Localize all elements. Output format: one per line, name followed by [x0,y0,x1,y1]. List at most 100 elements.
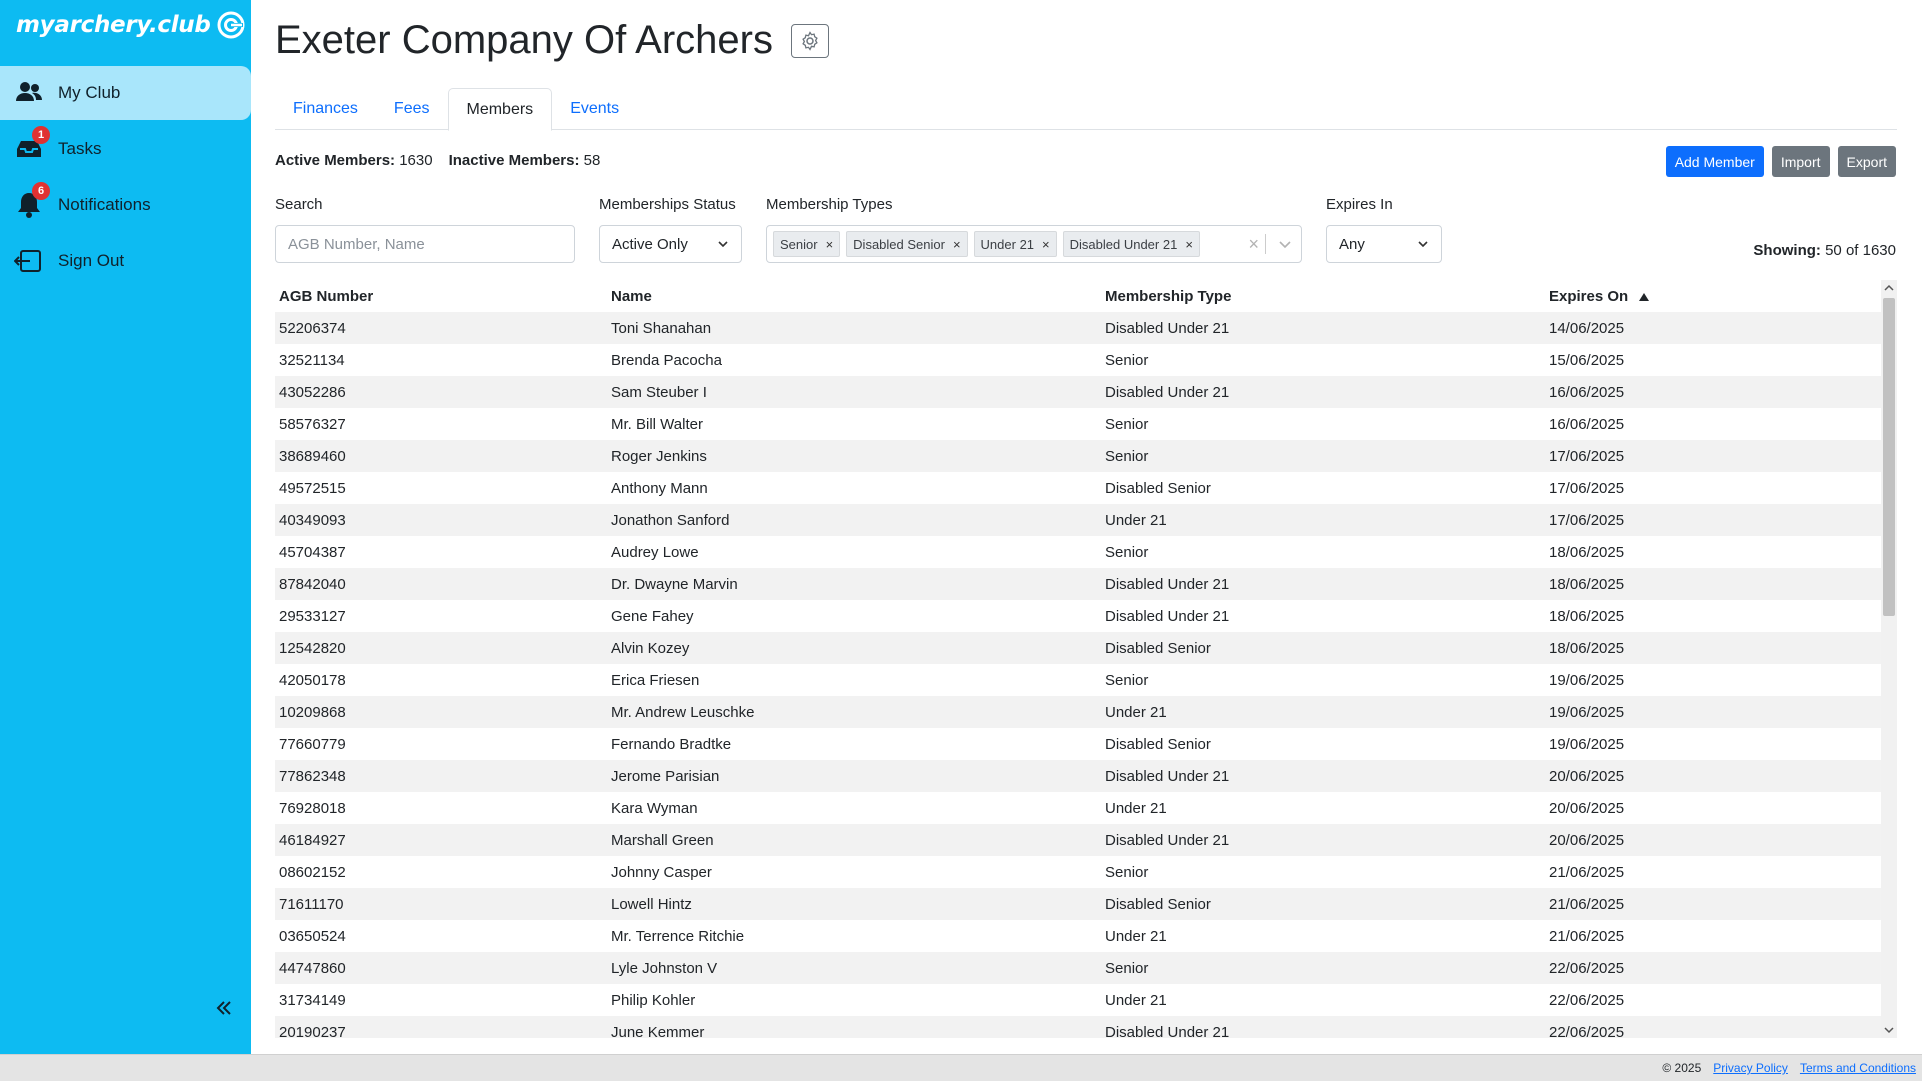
table-row[interactable]: 44747860 Lyle Johnston V Senior 22/06/2025 [275,952,1881,984]
club-settings-button[interactable] [790,23,829,58]
table-row[interactable]: 46184927 Marshall Green Disabled Under 21 2… [275,824,1881,856]
collapse-sidebar-button[interactable] [212,996,236,1020]
sidebar-item-my-club[interactable]: My Club [0,66,251,120]
table-row[interactable]: 43052286 Sam Steuber I Disabled Under 21 16… [275,376,1881,408]
expires-on-cell: 14/06/2025 [1549,319,1625,337]
table-row[interactable]: 20190237 June Kemmer Disabled Under 21 22/0… [275,1016,1881,1038]
double-chevron-left-icon [216,1001,231,1015]
inbox-icon: 1 [14,126,50,164]
scroll-down-arrow-icon[interactable] [1881,1022,1897,1038]
table-row[interactable]: 32521134 Brenda Pacocha Senior 15/06/2025 [275,344,1881,376]
table-row[interactable]: 49572515 Anthony Mann Disabled Senior 17/06… [275,472,1881,504]
club-tabs: Finances Fees Members Events [275,88,1897,131]
remove-chip-icon[interactable]: × [1042,237,1050,252]
remove-chip-icon[interactable]: × [826,237,834,252]
membership-type-cell: Under 21 [1105,927,1167,945]
remove-chip-icon[interactable]: × [1185,237,1193,252]
sidebar-item-label: Sign Out [58,251,125,270]
column-membership-type[interactable]: Membership Type [1101,288,1545,305]
agb-number-cell: 12542820 [279,639,346,657]
sidebar-item-notifications[interactable]: 6 Notifications [0,178,251,232]
sidebar-item-tasks[interactable]: 1 Tasks [0,122,251,176]
title-row: Exeter Company Of Archers [275,18,829,63]
expires-on-cell: 18/06/2025 [1549,639,1625,657]
table-row[interactable]: 52206374 Toni Shanahan Disabled Under 21 14… [275,312,1881,344]
expires-select[interactable]: Any [1326,225,1442,263]
table-row[interactable]: 77660779 Fernando Bradtke Disabled Senior 1… [275,728,1881,760]
column-expires-on[interactable]: Expires On [1545,288,1881,305]
table-row[interactable]: 29533127 Gene Fahey Disabled Under 21 18/06… [275,600,1881,632]
expires-on-cell: 17/06/2025 [1549,447,1625,465]
table-row[interactable]: 40349093 Jonathon Sanford Under 21 17/06/20… [275,504,1881,536]
name-cell: Johnny Casper [611,863,712,881]
agb-number-cell: 49572515 [279,479,346,497]
column-agb-number[interactable]: AGB Number [275,288,607,305]
footer: © 2025 Privacy Policy Terms and Conditio… [0,1054,1922,1081]
agb-number-cell: 77862348 [279,767,346,785]
copyright: © 2025 [1662,1061,1702,1075]
inactive-members-stat: Inactive Members: 58 [448,152,601,169]
agb-number-cell: 42050178 [279,671,346,689]
table-row[interactable]: 42050178 Erica Friesen Senior 19/06/2025 [275,664,1881,696]
active-members-stat: Active Members: 1630 [275,152,433,169]
table-row[interactable]: 77862348 Jerome Parisian Disabled Under 21… [275,760,1881,792]
table-row[interactable]: 76928018 Kara Wyman Under 21 20/06/2025 [275,792,1881,824]
membership-types-select[interactable]: Senior × Disabled Senior × Under 21 × Disab… [766,225,1302,263]
terms-link[interactable]: Terms and Conditions [1800,1061,1916,1075]
table-row[interactable]: 03650524 Mr. Terrence Ritchie Under 21 21/0… [275,920,1881,952]
expires-on-cell: 20/06/2025 [1549,767,1625,785]
search-input[interactable]: AGB Number, Name [275,225,575,263]
expires-on-cell: 16/06/2025 [1549,383,1625,401]
name-cell: Mr. Terrence Ritchie [611,927,745,945]
expires-on-cell: 15/06/2025 [1549,351,1625,369]
showing-count: Showing: 50 of 1630 [1753,242,1896,259]
remove-chip-icon[interactable]: × [953,237,961,252]
table-row[interactable]: 12542820 Alvin Kozey Disabled Senior 18/06/… [275,632,1881,664]
name-cell: Roger Jenkins [611,447,707,465]
privacy-policy-link[interactable]: Privacy Policy [1713,1061,1788,1075]
tab-members[interactable]: Members [447,88,553,131]
membership-type-cell: Under 21 [1105,799,1167,817]
sidebar: myarchery.club My Club 1 Tasks 6 Notific… [0,0,251,1054]
type-chip-under-21: Under 21 × [973,231,1057,257]
agb-number-cell: 08602152 [279,863,346,881]
name-cell: Brenda Pacocha [611,351,722,369]
sign-out-icon [14,246,44,276]
table-row[interactable]: 71611170 Lowell Hintz Disabled Senior 21/06… [275,888,1881,920]
brand[interactable]: myarchery.club [16,10,245,40]
table-row[interactable]: 10209868 Mr. Andrew Leuschke Under 21 19/06… [275,696,1881,728]
clear-types-icon[interactable]: × [1248,234,1259,255]
type-chip-senior: Senior × [773,231,841,257]
import-button[interactable]: Import [1771,146,1830,177]
table-row[interactable]: 08602152 Johnny Casper Senior 21/06/2025 [275,856,1881,888]
chevron-down-icon[interactable] [1277,236,1293,252]
member-filters: Search AGB Number, Name Memberships Stat… [275,196,1897,266]
expires-on-cell: 18/06/2025 [1549,607,1625,625]
table-row[interactable]: 87842040 Dr. Dwayne Marvin Disabled Under … [275,568,1881,600]
table-row[interactable]: 58576327 Mr. Bill Walter Senior 16/06/2025 [275,408,1881,440]
tab-finances[interactable]: Finances [275,88,376,130]
column-name[interactable]: Name [607,288,1101,305]
export-button[interactable]: Export [1837,146,1896,177]
table-scrollbar[interactable] [1881,280,1897,1038]
agb-number-cell: 44747860 [279,959,346,977]
tab-events[interactable]: Events [552,88,637,130]
table-row[interactable]: 38689460 Roger Jenkins Senior 17/06/2025 [275,440,1881,472]
brand-name: myarchery.club [16,12,211,38]
scroll-up-arrow-icon[interactable] [1881,280,1897,296]
expires-on-cell: 19/06/2025 [1549,671,1625,689]
add-member-button[interactable]: Add Member [1665,146,1764,177]
agb-number-cell: 77660779 [279,735,346,753]
membership-type-cell: Disabled Under 21 [1105,319,1230,337]
table-row[interactable]: 31734149 Philip Kohler Under 21 22/06/2025 [275,984,1881,1016]
table-row[interactable]: 45704387 Audrey Lowe Senior 18/06/2025 [275,536,1881,568]
expires-on-cell: 20/06/2025 [1549,831,1625,849]
expires-on-cell: 19/06/2025 [1549,735,1625,753]
sidebar-item-sign-out[interactable]: Sign Out [0,234,251,288]
expires-on-cell: 21/06/2025 [1549,895,1625,913]
status-select[interactable]: Active Only [599,225,742,263]
scrollbar-thumb[interactable] [1883,298,1895,616]
agb-number-cell: 10209868 [279,703,346,721]
name-cell: Mr. Andrew Leuschke [611,703,755,721]
tab-fees[interactable]: Fees [376,88,448,130]
